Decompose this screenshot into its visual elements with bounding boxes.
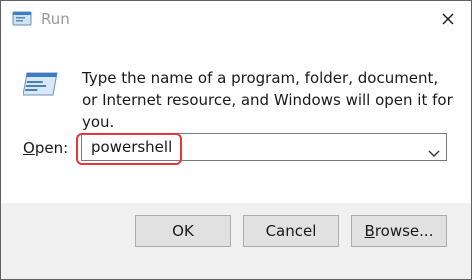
title-bar[interactable]: Run [1, 1, 471, 37]
browse-rest: rowse... [374, 222, 434, 240]
open-label: Open: [23, 138, 68, 158]
ok-button[interactable]: OK [135, 215, 231, 247]
run-icon [22, 69, 61, 99]
dialog-content: Type the name of a program, folder, docu… [1, 37, 471, 203]
window-title: Run [41, 10, 70, 28]
close-button[interactable] [425, 1, 471, 37]
cancel-button[interactable]: Cancel [243, 215, 339, 247]
run-icon [11, 9, 33, 29]
open-input[interactable]: powershell [91, 137, 172, 157]
open-label-accel: O [23, 139, 35, 157]
button-bar: OK Cancel Browse... [1, 203, 471, 279]
description-text: Type the name of a program, folder, docu… [82, 69, 453, 131]
open-combobox[interactable]: powershell [81, 133, 447, 161]
browse-accel: B [364, 222, 375, 240]
run-dialog: Run Type the name of a program, folder, … [0, 0, 472, 280]
browse-button[interactable]: Browse... [351, 215, 447, 247]
chevron-down-icon[interactable] [428, 143, 440, 162]
open-label-rest: pen: [34, 139, 69, 157]
close-icon [442, 13, 454, 25]
